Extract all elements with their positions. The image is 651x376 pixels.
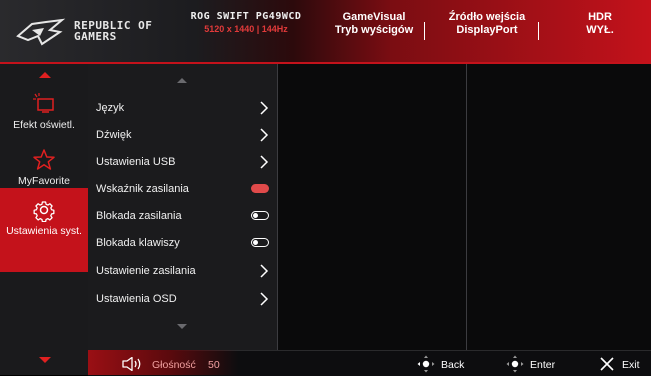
volume-icon: [122, 357, 141, 371]
menu-item-usb-settings[interactable]: Ustawienia USB: [88, 149, 277, 176]
header-divider: [424, 22, 425, 40]
sidebar-item-label: Efekt oświetl.: [13, 119, 75, 131]
hdr-value: WYŁ.: [586, 24, 614, 36]
menu-item-label: Ustawienia OSD: [96, 293, 177, 305]
menu-item-power-indicator[interactable]: Wskaźnik zasilania: [88, 176, 277, 203]
sidebar-item-label: MyFavorite: [18, 175, 70, 187]
menu-item-label: Ustawienia USB: [96, 156, 176, 168]
power-indicator-toggle[interactable]: [251, 184, 269, 193]
input-source-value: DisplayPort: [456, 24, 518, 36]
menu-item-key-lock[interactable]: Blokada klawiszy: [88, 230, 277, 257]
rog-eye-icon: [16, 18, 66, 46]
chevron-right-icon: [260, 155, 269, 169]
rog-logo: REPUBLIC OF GAMERS: [10, 12, 170, 52]
sidebar-item-lighting-effect[interactable]: Efekt oświetl.: [0, 86, 88, 144]
volume-value: 50: [208, 359, 220, 371]
chevron-right-icon: [260, 128, 269, 142]
sidebar-scroll-up-icon[interactable]: [39, 72, 51, 78]
model-info: ROG SWIFT PG49WCD 5120 x 1440 | 144Hz: [186, 10, 306, 36]
menu-item-label: Ustawienie zasilania: [96, 265, 196, 277]
volume-label: Głośność: [152, 359, 196, 371]
joystick-left-icon: [417, 355, 435, 373]
close-icon: [600, 357, 614, 371]
power-lock-toggle[interactable]: [251, 211, 269, 220]
lighting-effect-icon: [33, 93, 54, 113]
value-panel: [467, 64, 651, 350]
sidebar-scroll-down-icon[interactable]: [39, 357, 51, 363]
menu-item-power-lock[interactable]: Blokada zasilania: [88, 203, 277, 230]
brand-text: REPUBLIC OF GAMERS: [74, 20, 152, 42]
submenu-panel: [278, 64, 467, 350]
category-sidebar: Efekt oświetl. MyFavorite Ustawienia sys…: [0, 64, 89, 375]
chevron-right-icon: [260, 292, 269, 306]
hdr-title: HDR: [588, 11, 612, 23]
menu-item-language[interactable]: Język: [88, 95, 277, 122]
star-icon: [33, 149, 55, 170]
hdr-status: HDR WYŁ.: [560, 11, 640, 37]
menu-scroll-down-icon[interactable]: [177, 324, 187, 329]
menu-item-label: Wskaźnik zasilania: [96, 183, 189, 195]
menu-scroll-up-icon[interactable]: [177, 78, 187, 83]
exit-label: Exit: [622, 359, 640, 371]
gear-icon: [33, 201, 55, 222]
sidebar-item-system-settings[interactable]: Ustawienia syst.: [0, 188, 88, 272]
chevron-right-icon: [260, 264, 269, 278]
menu-item-label: Dźwięk: [96, 129, 132, 141]
menu-item-osd-settings[interactable]: Ustawienia OSD: [88, 286, 277, 313]
key-lock-toggle[interactable]: [251, 238, 269, 247]
model-name: ROG SWIFT PG49WCD: [190, 11, 302, 22]
gamevisual-status: GameVisual Tryb wyścigów: [322, 11, 426, 37]
gamevisual-title: GameVisual: [342, 11, 406, 23]
sidebar-item-label: Ustawienia syst.: [6, 225, 82, 237]
menu-item-label: Blokada klawiszy: [96, 237, 180, 249]
joystick-press-icon: [506, 355, 524, 373]
menu-item-sound[interactable]: Dźwięk: [88, 122, 277, 149]
osd-header: REPUBLIC OF GAMERS ROG SWIFT PG49WCD 512…: [0, 0, 651, 62]
input-source-status: Źródło wejścia DisplayPort: [432, 11, 542, 37]
input-source-title: Źródło wejścia: [448, 11, 526, 23]
chevron-right-icon: [260, 101, 269, 115]
settings-menu: Język Dźwięk Ustawienia USB Wskaźnik zas…: [88, 64, 278, 350]
back-label: Back: [441, 359, 465, 371]
menu-item-label: Blokada zasilania: [96, 210, 182, 222]
enter-label: Enter: [530, 359, 556, 371]
model-resolution: 5120 x 1440 | 144Hz: [204, 24, 288, 34]
menu-item-power-setting[interactable]: Ustawienie zasilania: [88, 258, 277, 285]
gamevisual-value: Tryb wyścigów: [334, 24, 414, 36]
brand-line-2: GAMERS: [74, 30, 117, 43]
header-divider: [538, 22, 539, 40]
menu-item-label: Język: [96, 102, 125, 114]
